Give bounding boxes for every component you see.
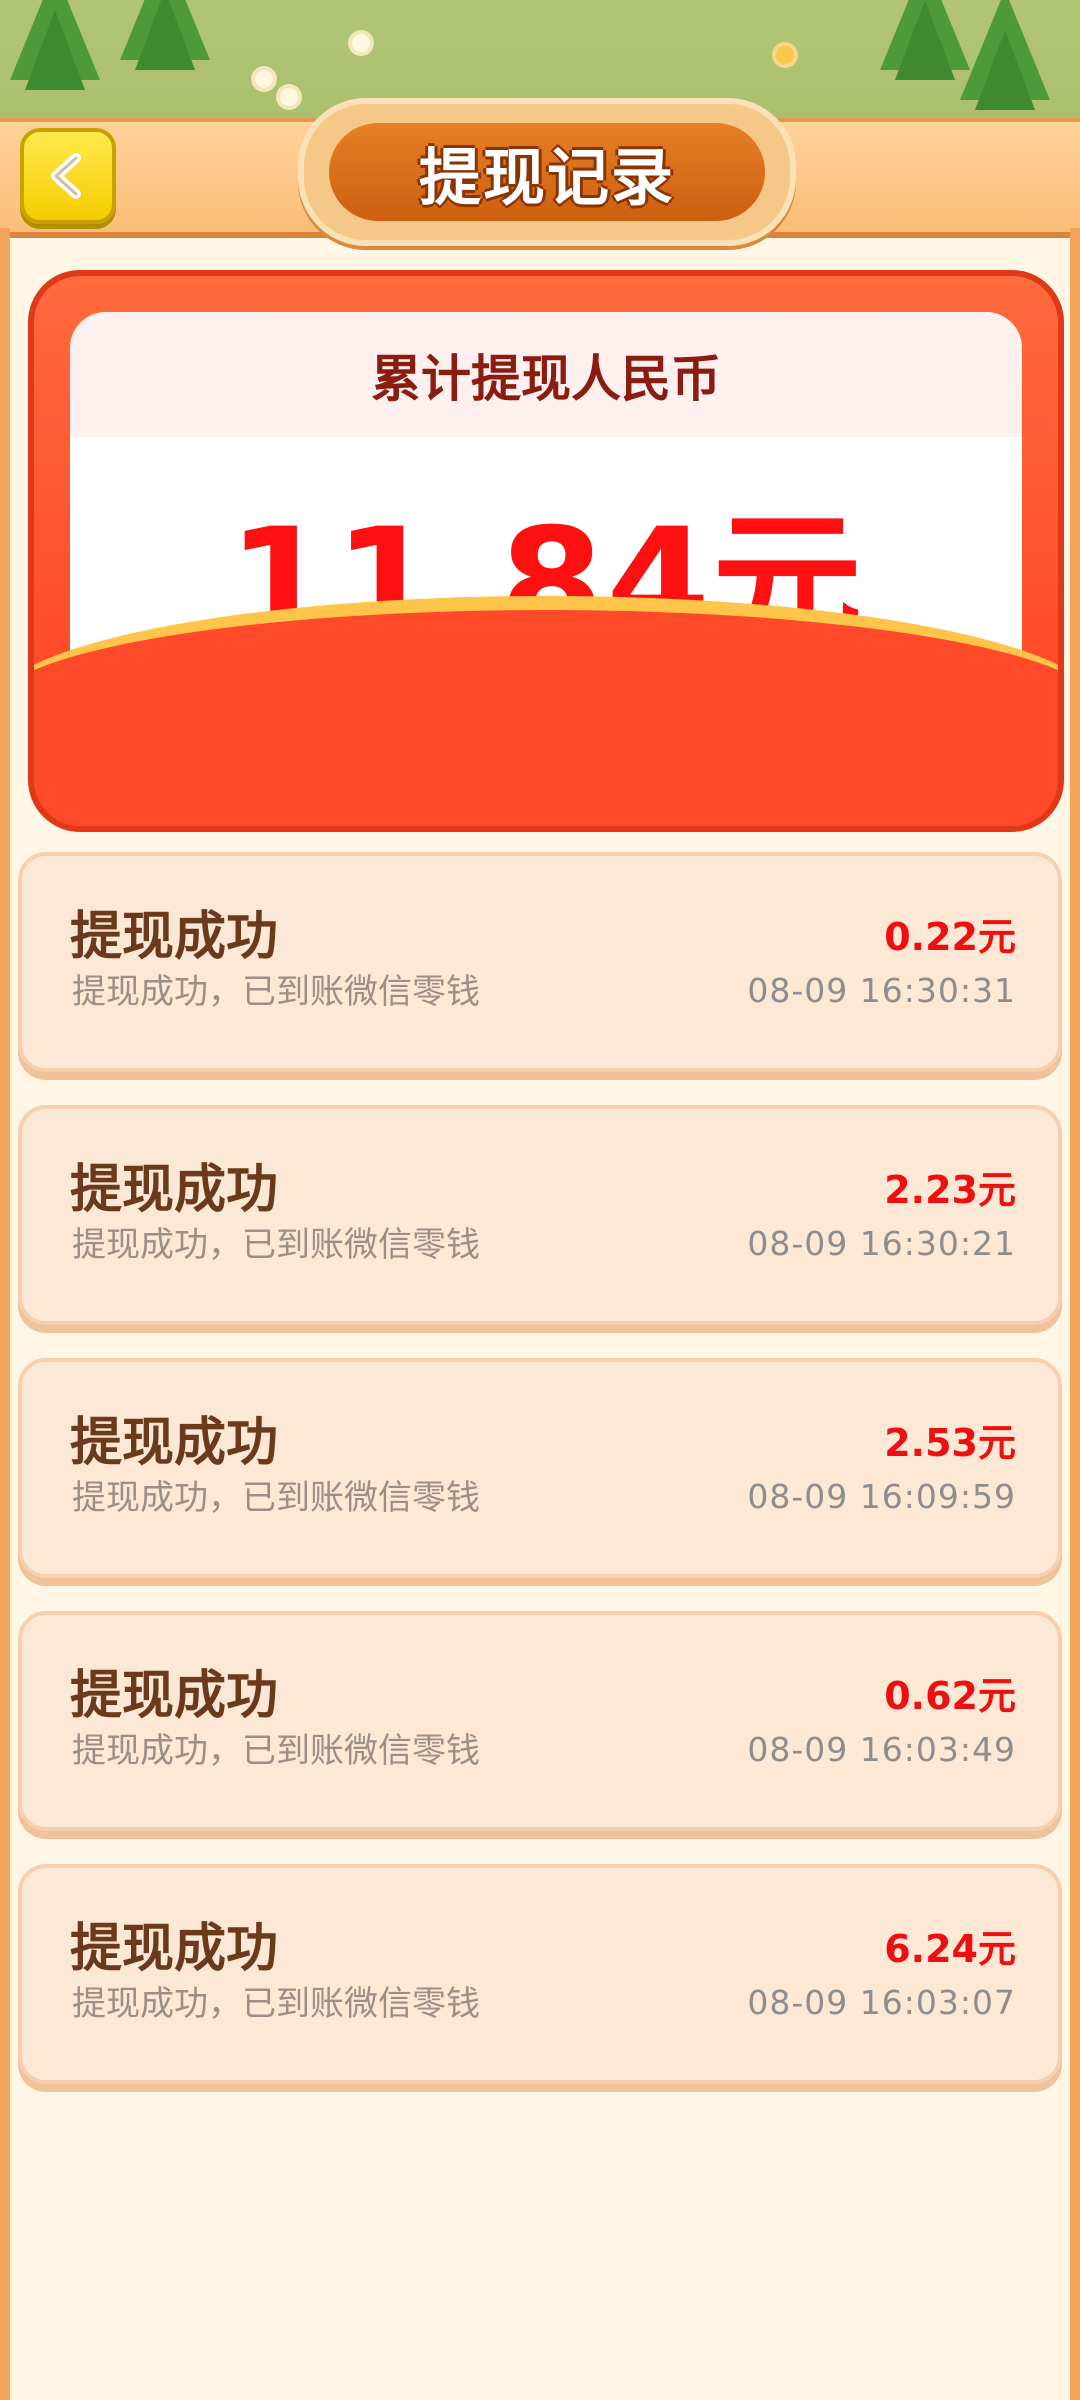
record-amount: 2.53元: [884, 1421, 1016, 1465]
record-title: 提现成功: [70, 1666, 279, 1726]
record-amount: 0.22元: [884, 915, 1016, 959]
title-banner: 提现记录: [329, 123, 765, 221]
record-amount: 0.62元: [884, 1674, 1016, 1718]
record-description: 提现成功，已到账微信零钱: [72, 972, 480, 1012]
tree-decoration: [120, 0, 210, 70]
summary-label-band: 累计提现人民币: [70, 312, 1022, 437]
record-amount: 2.23元: [884, 1168, 1016, 1212]
record-description: 提现成功，已到账微信零钱: [72, 1478, 480, 1518]
withdrawal-record: 提现成功 提现成功，已到账微信零钱 0.62元 08-09 16:03:49: [18, 1611, 1062, 1831]
record-title: 提现成功: [70, 907, 279, 967]
withdrawal-record-list: 提现成功 提现成功，已到账微信零钱 0.22元 08-09 16:30:31 提…: [18, 852, 1062, 2117]
record-time: 08-09 16:30:21: [747, 1224, 1016, 1263]
chevron-left-icon: [51, 153, 81, 199]
withdrawal-record: 提现成功 提现成功，已到账微信零钱 2.53元 08-09 16:09:59: [18, 1358, 1062, 1578]
record-description: 提现成功，已到账微信零钱: [72, 1225, 480, 1265]
record-title: 提现成功: [70, 1413, 279, 1473]
record-time: 08-09 16:03:49: [747, 1730, 1016, 1769]
tree-decoration: [960, 0, 1050, 110]
total-withdrawal-card: 累计提现人民币 11.84元: [28, 270, 1064, 832]
tree-decoration: [880, 0, 970, 80]
left-rail: [0, 228, 10, 2400]
record-description: 提现成功，已到账微信零钱: [72, 1984, 480, 2024]
tree-decoration: [10, 0, 100, 90]
flower-decoration: [280, 88, 298, 106]
flower-decoration: [255, 70, 273, 88]
withdrawal-record: 提现成功 提现成功，已到账微信零钱 2.23元 08-09 16:30:21: [18, 1105, 1062, 1325]
record-time: 08-09 16:30:31: [747, 971, 1016, 1010]
withdrawal-record: 提现成功 提现成功，已到账微信零钱 0.22元 08-09 16:30:31: [18, 852, 1062, 1072]
back-button[interactable]: [20, 128, 116, 224]
flower-decoration: [776, 46, 794, 64]
flower-decoration: [352, 34, 370, 52]
envelope-flap: [34, 596, 1058, 826]
title-plaque: 提现记录: [298, 98, 796, 246]
right-rail: [1070, 228, 1080, 2400]
record-amount: 6.24元: [884, 1927, 1016, 1971]
page-title: 提现记录: [418, 141, 675, 214]
record-title: 提现成功: [70, 1919, 279, 1979]
record-time: 08-09 16:03:07: [747, 1983, 1016, 2022]
withdrawal-record: 提现成功 提现成功，已到账微信零钱 6.24元 08-09 16:03:07: [18, 1864, 1062, 2084]
record-title: 提现成功: [70, 1160, 279, 1220]
record-time: 08-09 16:09:59: [747, 1477, 1016, 1516]
total-withdrawal-label: 累计提现人民币: [371, 349, 721, 408]
record-description: 提现成功，已到账微信零钱: [72, 1731, 480, 1771]
